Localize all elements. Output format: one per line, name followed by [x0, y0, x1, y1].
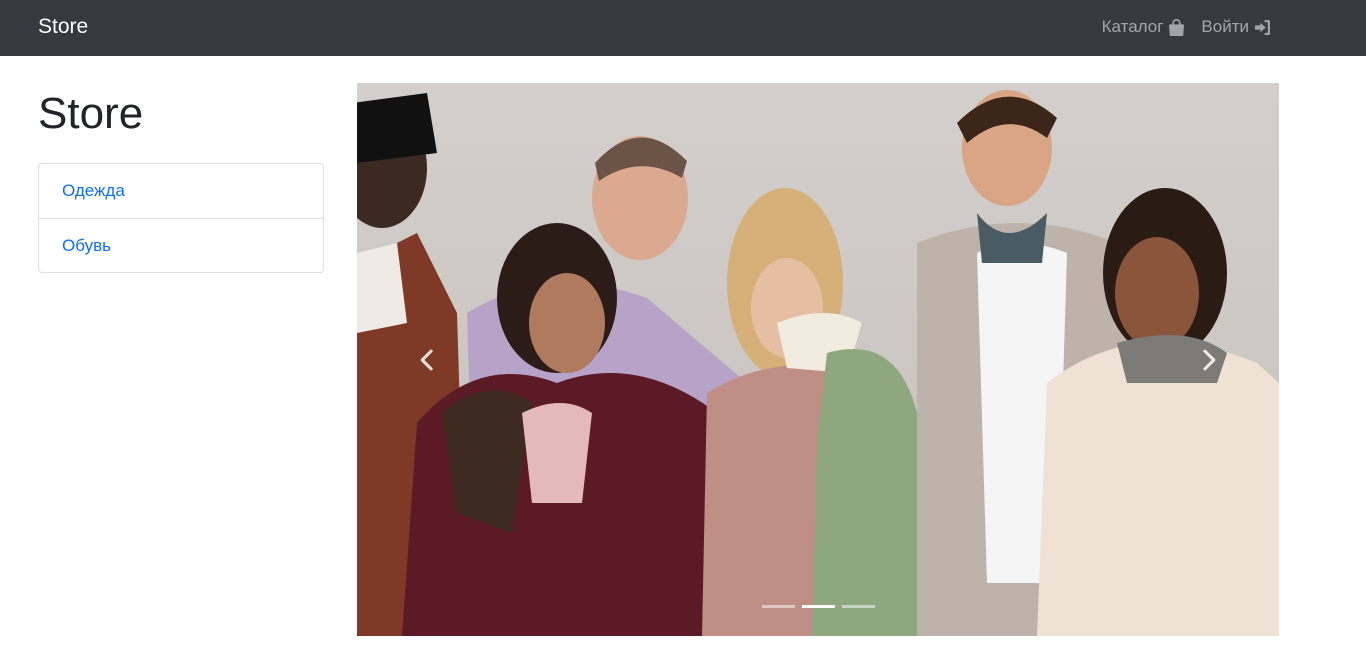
nav-link-login[interactable]: Войти	[1201, 16, 1271, 38]
top-navbar: Store Каталог Войти	[0, 0, 1366, 56]
hero-carousel	[357, 83, 1279, 636]
category-item-shoes[interactable]: Обувь	[39, 218, 323, 272]
navbar-brand[interactable]: Store	[38, 14, 88, 40]
navbar-links: Каталог Войти	[1102, 16, 1271, 38]
carousel-indicator[interactable]	[801, 605, 835, 608]
carousel-indicators	[357, 605, 1279, 608]
carousel-prev-button[interactable]	[357, 83, 497, 636]
carousel-indicator[interactable]	[841, 605, 875, 608]
nav-link-catalog-label: Каталог	[1101, 17, 1164, 36]
page-title: Store	[38, 89, 144, 138]
category-item-clothing[interactable]: Одежда	[39, 164, 323, 218]
category-list: Одежда Обувь	[38, 163, 324, 273]
shopping-bag-icon	[1169, 18, 1185, 36]
nav-link-catalog[interactable]: Каталог	[1102, 16, 1186, 38]
chevron-left-icon	[420, 349, 433, 370]
sign-in-icon	[1255, 19, 1270, 35]
nav-link-login-label: Войти	[1201, 17, 1249, 36]
chevron-right-icon	[1203, 349, 1216, 370]
carousel-indicator[interactable]	[761, 605, 795, 608]
carousel-next-button[interactable]	[1139, 83, 1279, 636]
